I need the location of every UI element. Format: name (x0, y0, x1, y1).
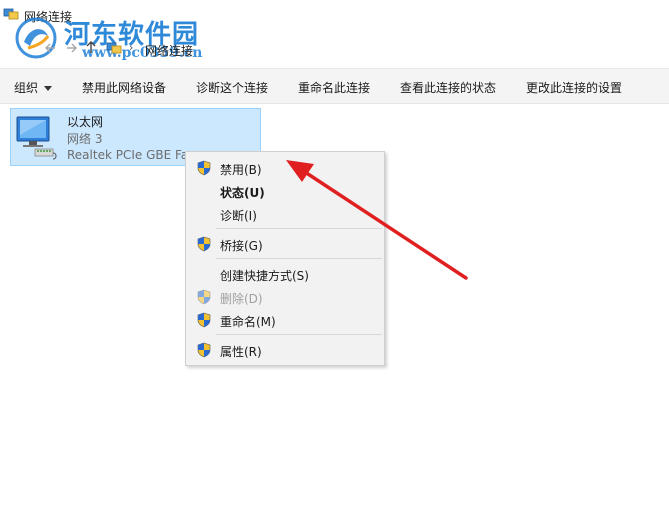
uac-shield-icon (197, 312, 211, 328)
menu-item-label: 属性(R) (220, 345, 262, 359)
forward-arrow-icon[interactable] (64, 40, 78, 56)
menu-divider (216, 258, 382, 259)
change-settings-button[interactable]: 更改此连接的设置 (526, 79, 622, 96)
menu-divider (216, 334, 382, 335)
menu-item-label: 删除(D) (220, 292, 263, 306)
rename-button[interactable]: 重命名此连接 (298, 79, 370, 96)
menu-item-status[interactable]: 状态(U) (186, 180, 384, 202)
menu-item-diagnose[interactable]: 诊断(I) (186, 203, 384, 225)
connection-device: Realtek PCIe GBE Fa (67, 148, 189, 162)
breadcrumb[interactable]: 网络连接 (145, 42, 193, 59)
network-folder-icon (106, 42, 122, 54)
address-bar: › 网络连接 (0, 36, 669, 62)
uac-shield-icon (197, 289, 211, 305)
organize-label: 组织 (14, 81, 39, 95)
network-folder-icon (3, 8, 19, 20)
menu-item-bridge[interactable]: 桥接(G) (186, 233, 384, 255)
menu-item-label: 创建快捷方式(S) (220, 269, 309, 283)
organize-button[interactable]: 组织 (14, 79, 53, 96)
menu-item-label: 状态(U) (220, 186, 265, 200)
view-status-button[interactable]: 查看此连接的状态 (400, 79, 496, 96)
uac-shield-icon (197, 342, 211, 358)
menu-divider (216, 228, 382, 229)
menu-item-label: 诊断(I) (220, 209, 257, 223)
up-arrow-icon[interactable] (84, 39, 98, 55)
ethernet-adapter-icon (16, 116, 57, 160)
menu-item-properties[interactable]: 属性(R) (186, 339, 384, 361)
diagnose-button[interactable]: 诊断这个连接 (196, 79, 268, 96)
chevron-down-icon (44, 86, 53, 91)
connection-name: 以太网 (67, 115, 104, 129)
menu-item-disable[interactable]: 禁用(B) (186, 157, 384, 179)
uac-shield-icon (197, 236, 211, 252)
window-title: 网络连接 (24, 10, 73, 24)
context-menu: 禁用(B) 状态(U) 诊断(I) 桥接(G) 创建快捷方式(S) 删除(D) … (185, 151, 385, 366)
menu-item-delete: 删除(D) (186, 286, 384, 308)
menu-item-create-shortcut[interactable]: 创建快捷方式(S) (186, 263, 384, 285)
menu-item-rename[interactable]: 重命名(M) (186, 309, 384, 331)
menu-item-label: 重命名(M) (220, 315, 276, 329)
command-bar: 组织 禁用此网络设备 诊断这个连接 重命名此连接 查看此连接的状态 更改此连接的… (0, 68, 669, 104)
breadcrumb-separator: › (129, 41, 134, 54)
uac-shield-icon (197, 160, 211, 176)
back-arrow-icon[interactable] (44, 40, 58, 56)
title-bar: 网络连接 (0, 0, 669, 30)
menu-item-label: 桥接(G) (220, 239, 263, 253)
menu-item-label: 禁用(B) (220, 163, 262, 177)
disable-device-button[interactable]: 禁用此网络设备 (82, 79, 166, 96)
connection-network: 网络 3 (67, 132, 103, 146)
